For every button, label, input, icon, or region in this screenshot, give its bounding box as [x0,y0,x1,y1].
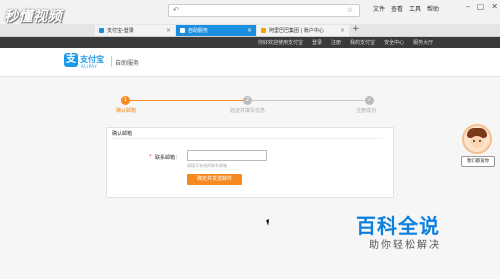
email-label: 联系邮箱： [155,155,181,161]
alibaba-favicon-icon [261,28,266,33]
browser-menu: 文件 查看 工具 帮助 [373,4,439,13]
step-2-label: 验证并填写信息 [230,108,266,114]
tab-account-center[interactable]: 阿里巴巴集团 | 账户中心 × [257,25,349,36]
menu-file[interactable]: 文件 [373,4,385,13]
new-tab-icon[interactable]: + [352,25,360,34]
menu-tools[interactable]: 工具 [409,4,421,13]
browser-titlebar: 秒懂视频 ↶ ☆ 文件 查看 工具 帮助 – ▢ ✕ [0,0,500,25]
window-controls: – ▢ ✕ [466,3,498,11]
form-divider [112,138,382,139]
send-email-button[interactable]: 确定并发送邮件 [187,174,242,185]
video-watermark: 秒懂视频 [4,9,62,25]
form-title: 确认邮箱 [112,131,133,137]
tab-close-icon[interactable]: × [247,27,252,34]
required-mark: * [149,154,152,160]
avatar-eye [473,140,475,142]
step-line-2 [250,100,365,101]
step-3-check-icon: ✓ [365,96,374,105]
tab-self-service[interactable]: 自助服务 × [176,25,256,36]
nav-welcome: 你好欢迎使用支付宝 [258,40,304,46]
minimize-icon[interactable]: – [466,3,470,11]
nav-register[interactable]: 注册 [331,39,341,46]
step-1-icon: 1 [121,96,130,105]
nav-security[interactable]: 安全中心 [384,39,404,46]
help-button[interactable]: 我们都爱你 [461,156,495,167]
tab-close-icon[interactable]: × [166,27,171,34]
menu-help[interactable]: 帮助 [427,4,439,13]
close-icon[interactable]: ✕ [491,3,498,11]
nav-service-hall[interactable]: 服务大厅 [413,39,433,46]
star-icon[interactable]: ☆ [347,6,353,14]
maximize-icon[interactable]: ▢ [477,3,485,11]
alipay-logo-icon[interactable]: 支 [64,53,78,67]
menu-view[interactable]: 查看 [391,4,403,13]
tab-close-icon[interactable]: × [340,27,345,34]
nav-my-alipay[interactable]: 我的支付宝 [350,39,375,46]
baike-title: 百科全说 [356,214,440,238]
avatar-eye [479,140,481,142]
brand-sub: ALIPAY [81,64,98,69]
tab-alipay-login[interactable]: 支付宝-登录 × [95,25,175,36]
back-arrow-icon[interactable]: ↶ [173,6,179,14]
alipay-favicon-icon [180,28,185,33]
email-hint: 请填写有效的联系邮箱 [187,163,227,168]
step-3-label: 注册成功 [356,108,377,114]
site-top-nav: 你好欢迎使用支付宝 登录 注册 我的支付宝 安全中心 服务大厅 [0,37,500,48]
email-field[interactable] [187,150,267,161]
section-title: 自助服务 [115,60,140,67]
avatar-face [470,136,484,148]
baike-subtitle: 助你轻松解决 [369,240,441,251]
tab-label: 阿里巴巴集团 | 账户中心 [269,28,324,34]
step-line-1 [128,100,245,101]
tab-bar: 支付宝-登录 × 自助服务 × 阿里巴巴集团 | 账户中心 × + [0,24,500,37]
helper-avatar[interactable] [462,124,492,154]
tab-label: 自助服务 [188,28,209,34]
tab-label: 支付宝-登录 [107,28,134,34]
step-1-label: 确认邮箱 [116,108,137,114]
header-divider [111,56,112,67]
address-bar[interactable]: ↶ ☆ [168,4,360,17]
step-2-icon: 2 [243,96,252,105]
nav-login[interactable]: 登录 [312,39,322,46]
alipay-favicon-icon [99,28,104,33]
